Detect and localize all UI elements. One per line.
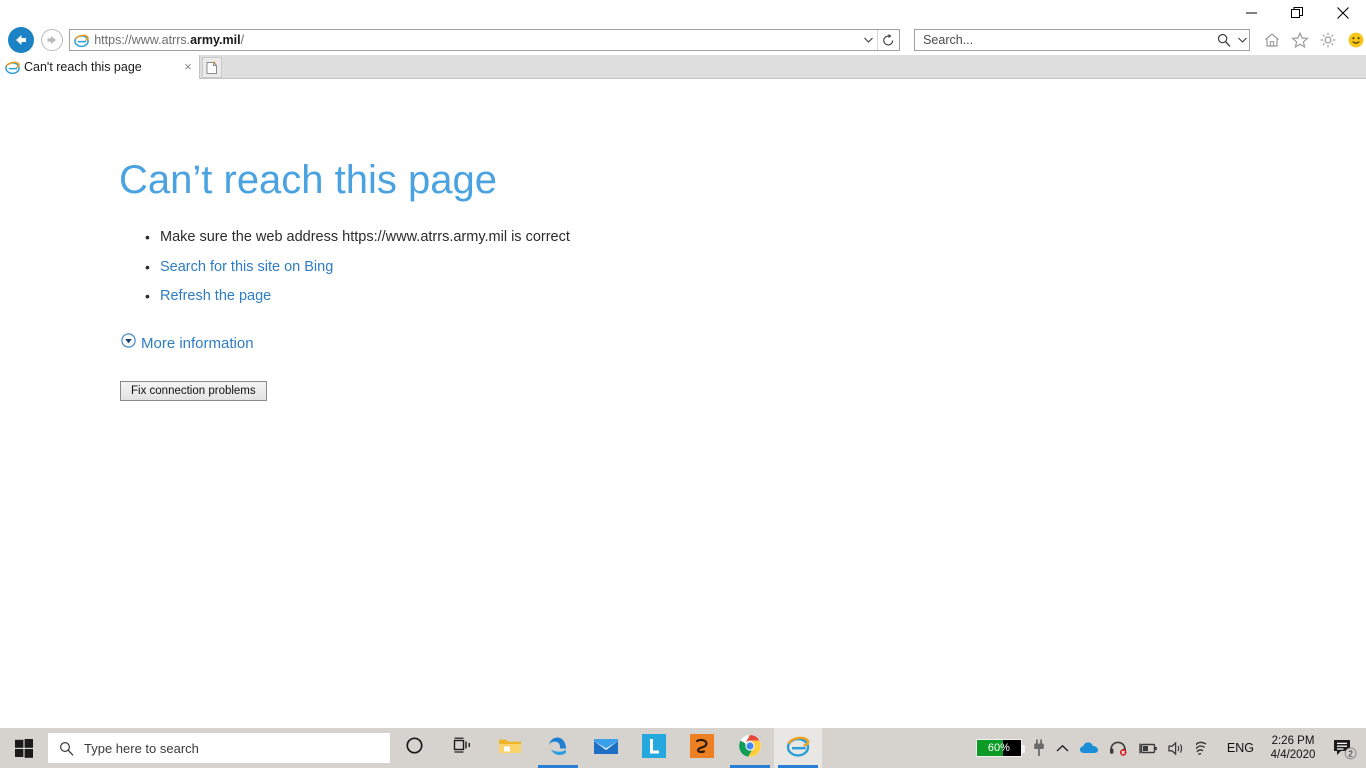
title-bar (0, 0, 1366, 25)
taskbar-app-file-explorer[interactable] (486, 728, 534, 768)
clock-date: 4/4/2020 (1270, 749, 1316, 761)
address-bar[interactable]: https://www.atrrs.army.mil/ (69, 29, 901, 51)
list-item-check-address: Make sure the web address https://www.at… (145, 223, 570, 253)
taskbar-app-buttons (486, 728, 822, 768)
mail-envelope-icon (593, 736, 619, 761)
notification-badge-count: 2 (1348, 749, 1353, 759)
chevron-down-icon (121, 333, 136, 353)
search-icon[interactable] (1213, 33, 1235, 47)
list-item-search-bing[interactable]: Search for this site on Bing (145, 253, 570, 283)
microsoft-edge-icon (546, 734, 570, 763)
svg-text:*: * (213, 61, 216, 68)
browser-tab[interactable]: Can't reach this page × (0, 55, 200, 79)
search-bar[interactable]: Search... (914, 29, 1251, 51)
address-dropdown-button[interactable] (859, 37, 877, 43)
battery-nub (1021, 745, 1025, 753)
internet-explorer-icon (786, 734, 810, 763)
battery-charging-icon[interactable] (1133, 728, 1163, 768)
taskbar-app-orange-app[interactable] (678, 728, 726, 768)
system-tray: 60% ENG 2:26 PM 4/4/2020 2 (971, 728, 1366, 768)
more-information-label: More information (141, 334, 254, 352)
home-icon[interactable] (1262, 30, 1282, 50)
forward-arrow-icon (41, 29, 64, 51)
windows-start-button[interactable] (0, 728, 48, 768)
taskbar-search-box[interactable]: Type here to search (48, 733, 390, 763)
headset-disconnected-icon[interactable] (1104, 728, 1133, 768)
restore-button[interactable] (1274, 0, 1320, 25)
back-button[interactable] (4, 25, 38, 55)
taskbar-app-microsoft-edge[interactable] (534, 728, 582, 768)
list-item-refresh-page[interactable]: Refresh the page (145, 282, 570, 312)
taskbar-search-placeholder: Type here to search (84, 740, 199, 756)
suggestions-list: Make sure the web address https://www.at… (145, 223, 570, 312)
close-button[interactable] (1320, 0, 1366, 25)
wifi-icon[interactable] (1191, 728, 1219, 768)
task-view-icon (453, 737, 472, 759)
navigation-bar: https://www.atrrs.army.mil/ Search... (0, 25, 1366, 55)
more-information-toggle[interactable]: More information (121, 333, 254, 353)
battery-widget: 60% (975, 739, 1025, 757)
taskbar-app-google-chrome[interactable] (726, 728, 774, 768)
speaker-icon[interactable] (1163, 728, 1191, 768)
favorites-star-icon[interactable] (1290, 30, 1310, 50)
battery-percentage-indicator[interactable]: 60% (971, 728, 1027, 768)
search-icon (48, 741, 84, 756)
url-prefix: https://www.atrrs. (94, 33, 191, 47)
internet-explorer-favicon-icon (0, 60, 24, 75)
battery-percent-label: 60% (987, 742, 1010, 754)
refresh-button[interactable] (877, 30, 899, 50)
page-title: Can’t reach this page (119, 158, 498, 202)
tab-strip: Can't reach this page × * (0, 55, 1366, 79)
tab-close-button[interactable]: × (177, 56, 199, 78)
smiley-feedback-icon[interactable] (1346, 30, 1366, 50)
orange-app-icon (690, 733, 714, 763)
search-input[interactable]: Search... (915, 30, 1213, 50)
address-url-text: https://www.atrrs.army.mil/ (92, 30, 859, 50)
clock[interactable]: 2:26 PM 4/4/2020 (1262, 734, 1324, 762)
url-domain: army.mil (190, 33, 241, 47)
back-arrow-icon (7, 27, 34, 53)
file-explorer-icon (498, 736, 522, 761)
clock-time: 2:26 PM (1271, 735, 1315, 747)
cortana-circle-icon (405, 737, 423, 759)
google-chrome-icon (738, 734, 762, 763)
task-view-button[interactable] (438, 728, 486, 768)
window-controls (1228, 0, 1366, 25)
tools-gear-icon[interactable] (1318, 30, 1338, 50)
minimize-button[interactable] (1228, 0, 1274, 25)
new-tab-button[interactable]: * (202, 57, 222, 78)
forward-button (38, 25, 68, 55)
taskbar-app-lastpass[interactable] (630, 728, 678, 768)
show-hidden-icons-icon[interactable] (1051, 728, 1074, 768)
internet-explorer-favicon-icon (70, 33, 92, 48)
language-indicator[interactable]: ENG (1219, 741, 1262, 755)
taskbar-app-internet-explorer[interactable] (774, 728, 822, 768)
lastpass-icon (642, 733, 666, 763)
onedrive-cloud-icon[interactable] (1074, 728, 1104, 768)
taskbar: Type here to search 60% ENG 2:26 PM 4/4/… (0, 728, 1366, 768)
tab-title: Can't reach this page (24, 60, 142, 74)
notifications-button[interactable]: 2 (1324, 736, 1366, 760)
taskbar-app-mail[interactable] (582, 728, 630, 768)
search-dropdown-button[interactable] (1235, 37, 1249, 43)
power-plug-icon[interactable] (1027, 728, 1051, 768)
error-page-content: Can’t reach this page Make sure the web … (0, 80, 1366, 728)
fix-connection-problems-button[interactable]: Fix connection problems (120, 381, 267, 401)
url-suffix: / (240, 33, 245, 47)
toolbar-icons (1262, 30, 1366, 50)
cortana-button[interactable] (390, 728, 438, 768)
